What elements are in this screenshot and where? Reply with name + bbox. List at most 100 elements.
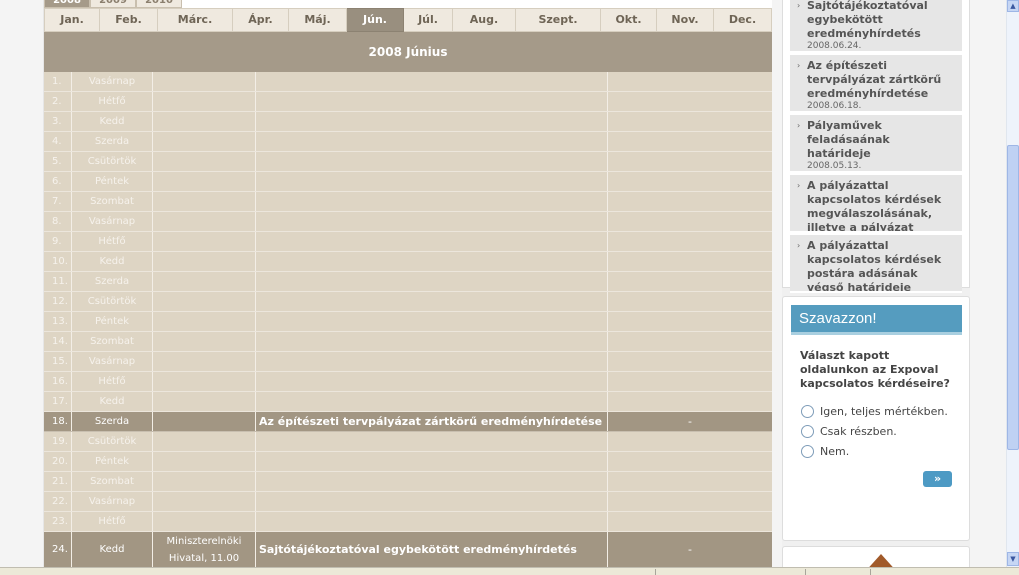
event-extra (608, 72, 772, 91)
month-tab[interactable]: Nov. (657, 8, 714, 32)
news-title[interactable]: A pályázattal kapcsolatos kérdések megvá… (807, 179, 954, 231)
day-number: 20. (44, 452, 72, 471)
day-number: 18. (44, 412, 72, 431)
poll-submit-button[interactable]: » (923, 471, 952, 487)
day-number: 10. (44, 252, 72, 271)
poll-box: Szavazzon! Választ kapott oldalunkon az … (782, 296, 970, 541)
table-row: 10. Kedd (44, 252, 772, 272)
month-tab[interactable]: Feb. (100, 8, 158, 32)
calendar-title: 2008 Június (44, 32, 772, 72)
event-title (256, 232, 608, 251)
day-number: 2. (44, 92, 72, 111)
poll-option-yes[interactable]: Igen, teljes mértékben. (801, 404, 948, 418)
table-row: 6. Péntek (44, 172, 772, 192)
event-extra: - (688, 543, 692, 556)
event-title (256, 72, 608, 91)
event-extra (608, 92, 772, 111)
day-name: Kedd (72, 532, 153, 567)
year-tab[interactable]: 2008 (44, 0, 90, 8)
table-row: 4. Szerda (44, 132, 772, 152)
news-title[interactable]: Pályaművek feladásaának határideje (807, 119, 954, 161)
event-title (256, 152, 608, 171)
poll-option-partly[interactable]: Csak részben. (801, 424, 897, 438)
table-row: 23. Hétfő (44, 512, 772, 532)
arrow-up-icon[interactable]: ▲ (1007, 0, 1019, 12)
day-name: Hétfő (72, 372, 153, 391)
day-name: Hétfő (72, 232, 153, 251)
day-name: Szombat (72, 332, 153, 351)
day-number: 19. (44, 432, 72, 451)
news-title[interactable]: A pályázattal kapcsolatos kérdések postá… (807, 239, 954, 291)
scrollbar-thumb[interactable] (1007, 145, 1019, 450)
event-place (153, 432, 256, 451)
month-tab[interactable]: Jan. (44, 8, 100, 32)
event-place (153, 112, 256, 131)
news-title[interactable]: Az építészeti tervpályázat zártkörű ered… (807, 59, 954, 101)
event-extra (608, 372, 772, 391)
event-extra (608, 492, 772, 511)
event-extra (608, 272, 772, 291)
event-place (153, 372, 256, 391)
day-name: Csütörtök (72, 292, 153, 311)
event-place (153, 452, 256, 471)
table-row: 5. Csütörtök (44, 152, 772, 172)
month-tab[interactable]: Szept. (516, 8, 601, 32)
arrow-down-icon[interactable]: ▼ (1007, 552, 1019, 566)
event-place (153, 352, 256, 371)
month-tab[interactable]: Dec. (714, 8, 772, 32)
poll-question: Választ kapott oldalunkon az Expoval kap… (800, 349, 950, 390)
poll-option-no[interactable]: Nem. (801, 444, 849, 458)
event-place (153, 152, 256, 171)
news-item[interactable]: › Pályaművek feladásaának határideje 2008.… (790, 115, 962, 173)
month-tab[interactable]: Márc. (158, 8, 233, 32)
vertical-scrollbar[interactable]: ▲ ▼ (1006, 0, 1019, 567)
event-extra (608, 112, 772, 131)
news-date: 2008.06.24. (807, 41, 862, 51)
news-date: 2008.05.13. (807, 161, 862, 171)
event-title (256, 272, 608, 291)
sidebar: › Sajtótájékoztatóval egybekötött eredmén… (782, 0, 970, 575)
day-name: Szerda (72, 412, 153, 431)
news-item[interactable]: › A pályázattal kapcsolatos kérdések megv… (790, 175, 962, 233)
year-tab[interactable]: 2009 (90, 0, 136, 8)
event-title (256, 252, 608, 271)
radio-icon[interactable] (801, 444, 814, 458)
event-title[interactable]: Az építészeti tervpályázat zártkörű ered… (256, 412, 608, 431)
status-bar (0, 567, 1019, 575)
poll-option-label: Csak részben. (820, 424, 897, 438)
radio-icon[interactable] (801, 424, 814, 438)
event-extra (608, 352, 772, 371)
month-tab[interactable]: Jún. (347, 8, 404, 32)
month-tab[interactable]: Júl. (404, 8, 453, 32)
news-box: › Sajtótájékoztatóval egybekötött eredmén… (782, 0, 970, 293)
news-item[interactable]: › A pályázattal kapcsolatos kérdések post… (790, 235, 962, 293)
day-name: Vasárnap (72, 492, 153, 511)
news-item[interactable]: › Az építészeti tervpályázat zártkörű ere… (790, 55, 962, 113)
calendar-day-list: 1. Vasárnap 2. Hétfő 3. Kedd 4. Szerda 5. Csütört… (44, 72, 772, 568)
table-row: 21. Szombat (44, 472, 772, 492)
radio-icon[interactable] (801, 404, 814, 418)
year-tab[interactable]: 2010 (136, 0, 182, 8)
event-extra (608, 232, 772, 251)
day-name: Vasárnap (72, 212, 153, 231)
event-title[interactable]: Sajtótájékoztatóval egybekötött eredmény… (256, 532, 608, 567)
event-extra (608, 192, 772, 211)
day-number: 13. (44, 312, 72, 331)
day-name: Kedd (72, 392, 153, 411)
month-tab[interactable]: Máj. (289, 8, 347, 32)
day-number: 1. (44, 72, 72, 91)
event-extra (608, 312, 772, 331)
month-tab[interactable]: Ápr. (233, 8, 289, 32)
event-title (256, 132, 608, 151)
event-title (256, 452, 608, 471)
day-number: 23. (44, 512, 72, 531)
news-title[interactable]: Sajtótájékoztatóval egybekötött eredmény… (807, 0, 954, 41)
month-tab[interactable]: Okt. (601, 8, 657, 32)
day-name: Péntek (72, 172, 153, 191)
table-row: 19. Csütörtök (44, 432, 772, 452)
day-number: 16. (44, 372, 72, 391)
news-item[interactable]: › Sajtótájékoztatóval egybekötött eredmén… (790, 0, 962, 53)
month-tab[interactable]: Aug. (453, 8, 516, 32)
event-title (256, 432, 608, 451)
event-place (153, 412, 256, 431)
